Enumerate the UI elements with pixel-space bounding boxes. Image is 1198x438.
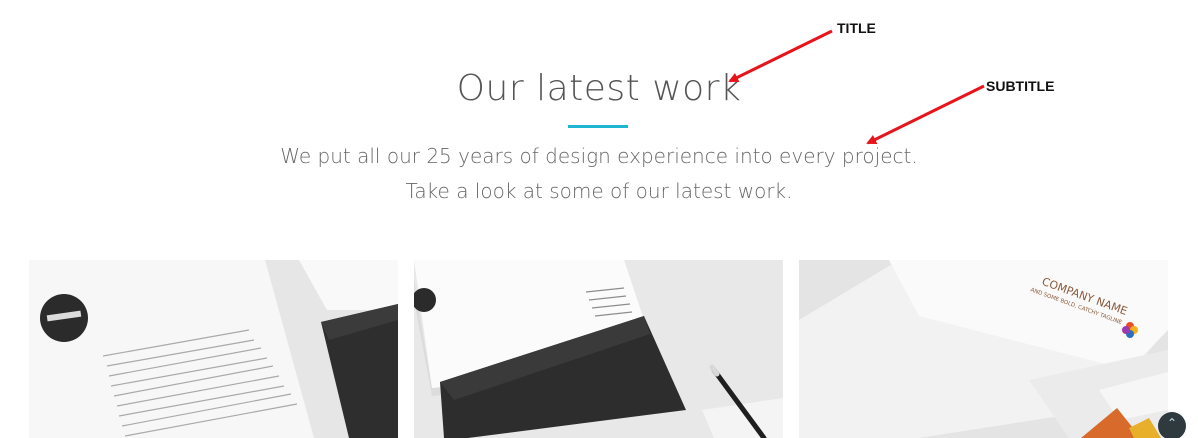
annotation-title-label: TITLE [837, 20, 876, 36]
chevron-up-icon: ⌃ [1166, 416, 1178, 430]
portfolio-item-envelope[interactable] [414, 260, 783, 438]
scroll-to-top-button[interactable]: ⌃ [1158, 412, 1186, 438]
title-underline [568, 125, 628, 128]
section-subtitle-line-2: Take a look at some of our latest work. [405, 179, 793, 203]
company-branding-image: COMPANY NAME AND SOME BOLD, CATCHY TAGLI… [799, 260, 1168, 438]
portfolio-section: Our latest work We put all our 25 years … [0, 0, 1198, 438]
portfolio-item-stationery[interactable] [29, 260, 398, 438]
section-subtitle-line-1: We put all our 25 years of design experi… [280, 144, 918, 168]
stationery-letterhead-image [29, 260, 398, 438]
envelope-folder-image [414, 260, 783, 438]
annotation-subtitle-label: SUBTITLE [986, 78, 1055, 94]
portfolio-item-branding[interactable]: COMPANY NAME AND SOME BOLD, CATCHY TAGLI… [799, 260, 1168, 438]
